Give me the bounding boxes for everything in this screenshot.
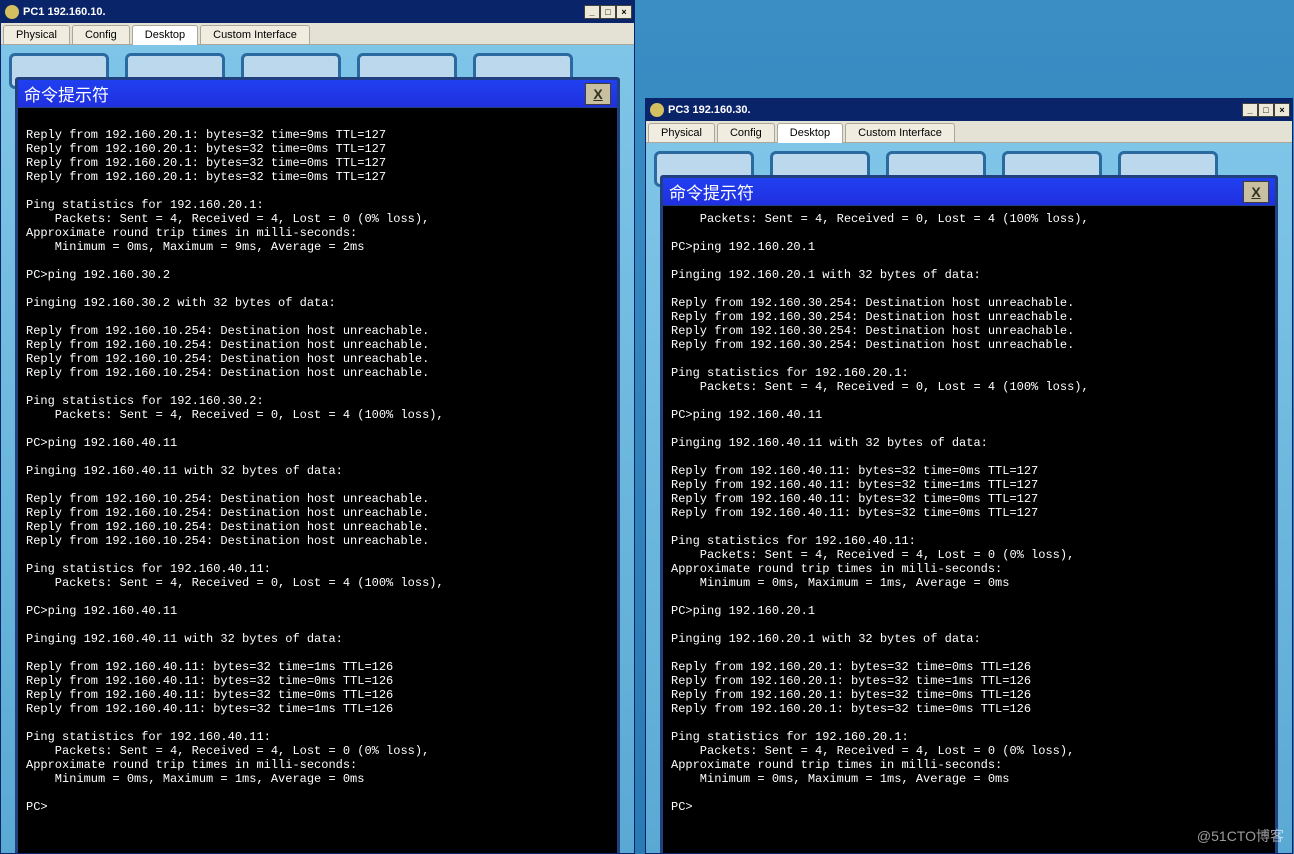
watermark: @51CTO博客	[1197, 826, 1284, 846]
tab-custom-interface[interactable]: Custom Interface	[845, 123, 955, 142]
app-icon	[650, 103, 664, 117]
minimize-button[interactable]: _	[584, 5, 600, 19]
terminal-title: 命令提示符	[24, 81, 585, 106]
close-button[interactable]: ×	[1274, 103, 1290, 117]
close-button[interactable]: ×	[616, 5, 632, 19]
pc1-terminal: 命令提示符 X Reply from 192.160.20.1: bytes=3…	[15, 77, 620, 853]
terminal-titlebar[interactable]: 命令提示符 X	[663, 178, 1275, 206]
tab-config[interactable]: Config	[717, 123, 775, 142]
pc1-tabbar: Physical Config Desktop Custom Interface	[1, 23, 634, 45]
pc3-title: PC3 192.160.30.	[668, 104, 1242, 116]
tab-custom-interface[interactable]: Custom Interface	[200, 25, 310, 44]
pc1-title: PC1 192.160.10.	[23, 6, 584, 18]
tab-physical[interactable]: Physical	[648, 123, 715, 142]
pc1-titlebar[interactable]: PC1 192.160.10. _ □ ×	[1, 1, 634, 23]
tab-physical[interactable]: Physical	[3, 25, 70, 44]
pc1-desktop: 命令提示符 X Reply from 192.160.20.1: bytes=3…	[1, 45, 634, 853]
terminal-titlebar[interactable]: 命令提示符 X	[18, 80, 617, 108]
pc3-window: PC3 192.160.30. _ □ × Physical Config De…	[645, 98, 1293, 854]
minimize-button[interactable]: _	[1242, 103, 1258, 117]
app-icon	[5, 5, 19, 19]
maximize-button[interactable]: □	[600, 5, 616, 19]
tab-desktop[interactable]: Desktop	[132, 25, 198, 45]
tab-desktop[interactable]: Desktop	[777, 123, 843, 143]
terminal-close-button[interactable]: X	[585, 83, 611, 105]
terminal-output[interactable]: Packets: Sent = 4, Received = 0, Lost = …	[663, 206, 1275, 853]
terminal-output[interactable]: Reply from 192.160.20.1: bytes=32 time=9…	[18, 108, 617, 853]
pc3-desktop: 命令提示符 X Packets: Sent = 4, Received = 0,…	[646, 143, 1292, 853]
terminal-title: 命令提示符	[669, 179, 1243, 204]
tab-config[interactable]: Config	[72, 25, 130, 44]
terminal-close-button[interactable]: X	[1243, 181, 1269, 203]
pc3-tabbar: Physical Config Desktop Custom Interface	[646, 121, 1292, 143]
pc3-titlebar[interactable]: PC3 192.160.30. _ □ ×	[646, 99, 1292, 121]
pc3-terminal: 命令提示符 X Packets: Sent = 4, Received = 0,…	[660, 175, 1278, 853]
maximize-button[interactable]: □	[1258, 103, 1274, 117]
pc1-window: PC1 192.160.10. _ □ × Physical Config De…	[0, 0, 635, 854]
